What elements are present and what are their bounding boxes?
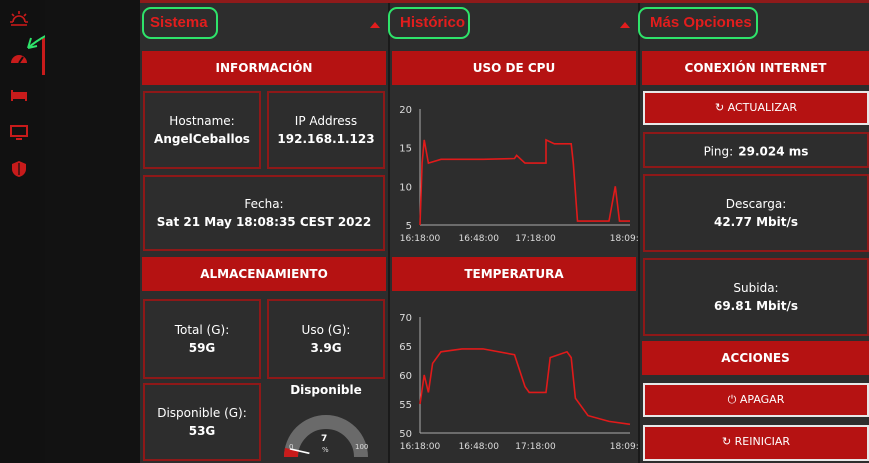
total-value: 59G [188,341,216,355]
fecha-value: Sat 21 May 18:08:35 CEST 2022 [156,215,372,229]
upload-value: 69.81 Mbit/s [713,299,799,313]
caret-up-icon[interactable] [620,22,630,28]
power-icon: ⏻ [727,393,740,406]
refresh-icon: ↻ [721,435,735,448]
series-line [419,138,630,226]
gauge: Disponible 0 7 % 100 [267,381,385,463]
y-tick-label: 55 [399,400,412,411]
refresh-icon: ↻ [714,101,728,114]
gauge-unit: % [322,446,329,454]
hostname-label: Hostname: [169,114,235,128]
download-card: Descarga: 42.77 Mbit/s [643,174,869,252]
temp-header: TEMPERATURA [392,257,636,291]
y-tick-label: 5 [406,221,412,232]
chart-svg: 20 15 10 5 16:18:00 16:48:00 17:18:00 18:09:00 [399,105,638,244]
uso-value: 3.9G [310,341,342,355]
ip-value: 192.168.1.123 [277,132,375,146]
upload-label: Subida: [733,281,779,295]
gutter [45,0,140,463]
x-tick-label: 16:18:00 [400,442,441,452]
y-tick-label: 15 [399,144,412,155]
y-tick-label: 70 [399,313,412,324]
annotation-highlight [638,7,758,39]
y-tick-label: 20 [399,105,412,116]
ping-card: Ping: 29.024 ms [643,132,869,168]
gauge-title: Disponible [290,383,362,397]
bed-icon[interactable] [8,84,30,106]
gauge-value: 7 [321,434,328,444]
temperature-chart: 70 65 60 55 50 16:18:00 16:48:00 17:18:00 18:09:… [390,307,638,455]
info-header: INFORMACIÓN [142,51,386,85]
cpu-chart: 20 15 10 5 16:18:00 16:48:00 17:18:00 18:09:00 [390,99,638,247]
fecha-label: Fecha: [244,197,284,211]
restart-button[interactable]: ↻ REINICIAR [643,425,869,461]
gauge-min: 0 [289,443,294,451]
update-label: ACTUALIZAR [727,101,798,114]
ping-value: 29.024 ms [738,144,809,159]
shutdown-label: APAGAR [739,393,785,406]
x-tick-label: 16:48:00 [459,442,500,452]
uso-card: Uso (G): 3.9G [267,299,385,379]
total-label: Total (G): [174,323,230,337]
upload-card: Subida: 69.81 Mbit/s [643,258,869,336]
download-label: Descarga: [725,197,787,211]
x-tick-label: 18:09:00 [610,442,638,452]
x-tick-label: 16:18:00 [400,234,441,244]
panel-historico: Histórico USO DE CPU 20 15 10 5 16:18:00 16:4… [388,3,638,463]
caret-up-icon[interactable] [370,22,380,28]
chart-svg: 70 65 60 55 50 16:18:00 16:48:00 17:18:00 18:09:… [399,313,638,452]
ip-label: IP Address [294,114,358,128]
total-card: Total (G): 59G [143,299,261,379]
cpu-header: USO DE CPU [392,51,636,85]
uso-label: Uso (G): [301,323,351,337]
hostname-card: Hostname: AngelCeballos [143,91,261,169]
shutdown-button[interactable]: ⏻ APAGAR [643,383,869,417]
panel-opciones: Más Opciones CONEXIÓN INTERNET ↻ ACTUALI… [638,3,869,463]
update-button[interactable]: ↻ ACTUALIZAR [643,91,869,125]
gauge-max: 100 [355,443,369,451]
disponible-label: Disponible (G): [157,406,247,420]
ip-card: IP Address 192.168.1.123 [267,91,385,169]
shield-icon[interactable] [8,158,30,180]
storage-header: ALMACENAMIENTO [142,257,386,291]
y-tick-label: 65 [399,342,412,353]
actions-header: ACCIONES [642,341,869,375]
x-tick-label: 16:48:00 [459,234,500,244]
disponible-card: Disponible (G): 53G [143,383,261,461]
y-tick-label: 10 [399,182,412,193]
series-line [419,348,631,426]
y-tick-label: 50 [399,429,412,440]
fecha-card: Fecha: Sat 21 May 18:08:35 CEST 2022 [143,175,385,251]
x-tick-label: 17:18:00 [515,442,556,452]
x-tick-label: 17:18:00 [515,234,556,244]
disponible-value: 53G [188,424,216,438]
annotation-highlight [142,7,218,39]
download-value: 42.77 Mbit/s [713,215,799,229]
y-tick-label: 60 [399,371,412,382]
x-tick-label: 18:09:00 [610,234,638,244]
hostname-value: AngelCeballos [154,132,250,146]
monitor-icon[interactable] [8,121,30,143]
restart-label: REINICIAR [734,435,791,448]
sidebar [0,0,45,463]
ping-label: Ping: [703,144,734,159]
panel-sistema: Sistema INFORMACIÓN Hostname: AngelCeball… [140,3,388,463]
conn-header: CONEXIÓN INTERNET [642,51,869,85]
annotation-highlight [388,7,470,39]
